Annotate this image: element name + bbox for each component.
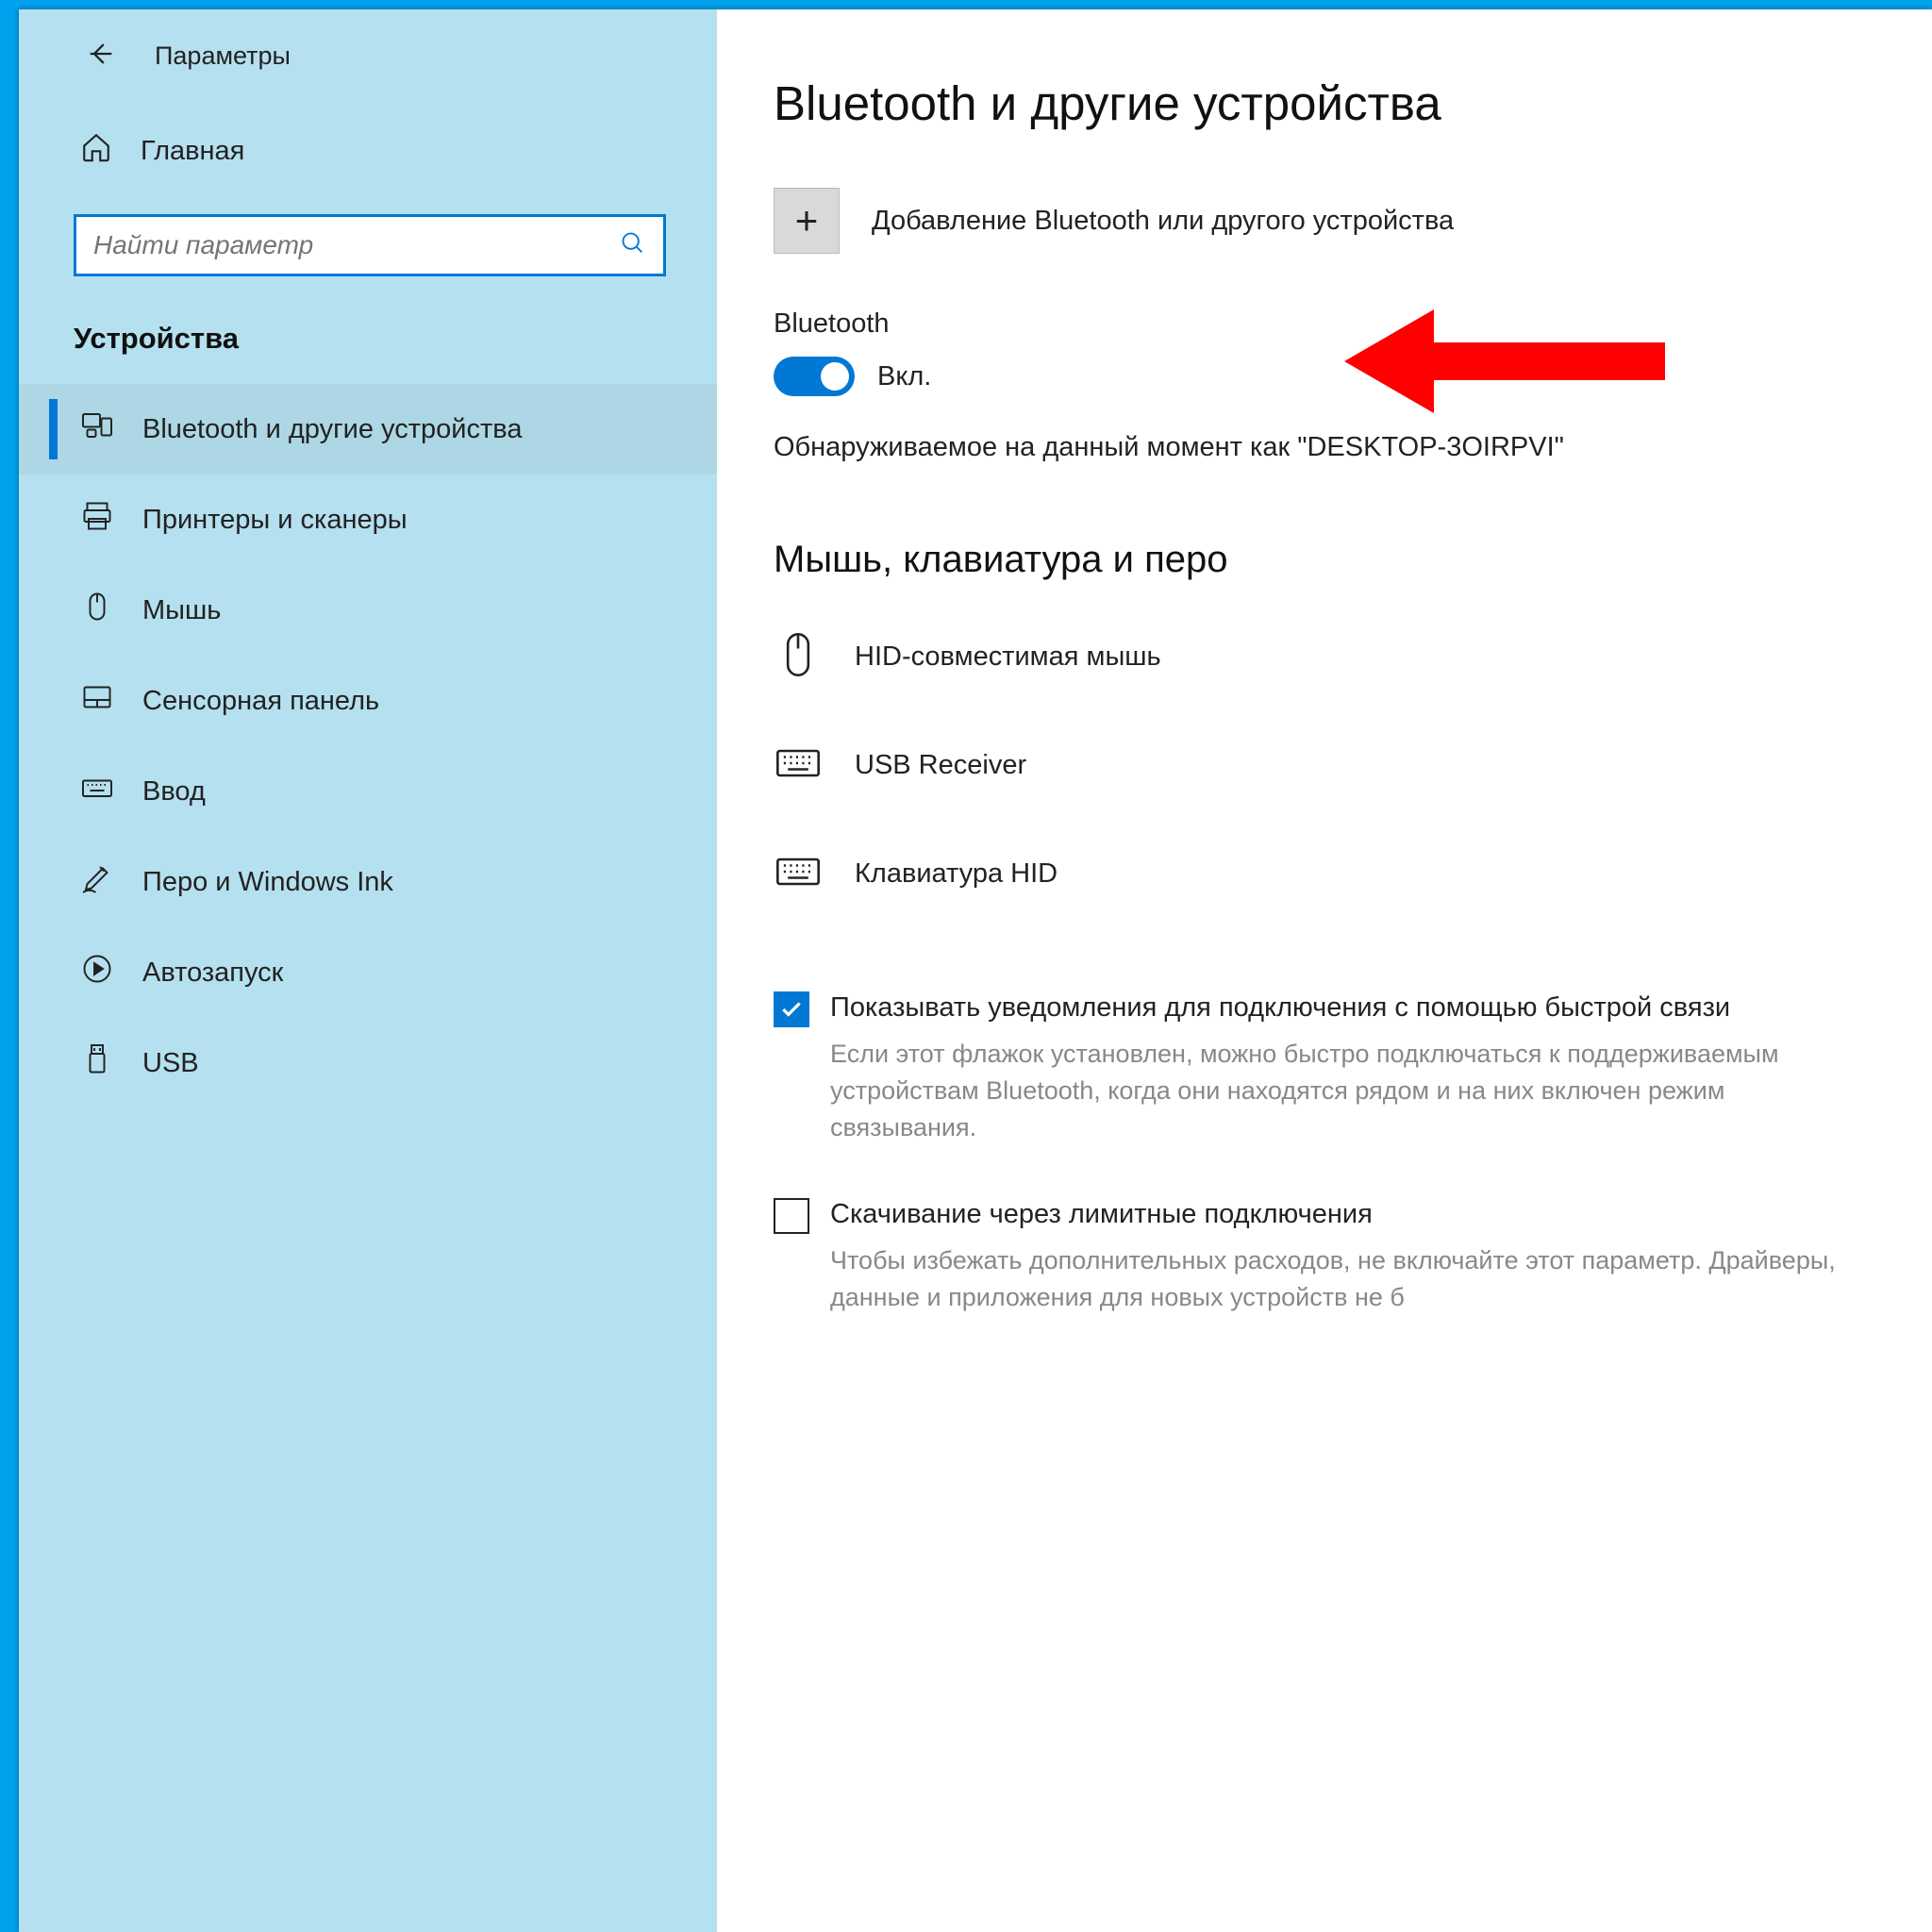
device-label: USB Receiver [855,750,1026,781]
metered-label: Скачивание через лимитные подключения [830,1196,1838,1233]
mouse-icon [80,590,114,631]
sidebar-item-label: Bluetooth и другие устройства [142,414,522,445]
search-box[interactable] [74,214,666,276]
device-item[interactable]: USB Receiver [774,724,1875,832]
home-button[interactable]: Главная [19,112,717,190]
add-device-button[interactable]: + [774,188,840,254]
bluetooth-toggle[interactable] [774,357,855,396]
metered-desc: Чтобы избежать дополнительных расходов, … [830,1242,1838,1316]
home-icon [80,131,112,171]
add-device-label: Добавление Bluetooth или другого устройс… [872,206,1454,237]
sidebar-item-usb[interactable]: USB [19,1018,717,1108]
sidebar-item-label: Ввод [142,776,206,808]
home-label: Главная [141,136,244,167]
search-input[interactable] [93,230,620,260]
sidebar: Параметры Главная Устройства Bluetoot [19,9,717,1932]
keyboard-icon [774,739,823,792]
keyboard-icon [774,847,823,901]
settings-window: Параметры Главная Устройства Bluetoot [19,9,1932,1932]
device-item[interactable]: HID-совместимая мышь [774,615,1875,724]
usb-icon [80,1042,114,1084]
page-title: Bluetooth и другие устройства [774,75,1875,131]
window-title: Параметры [155,42,291,71]
swift-pair-desc: Если этот флажок установлен, можно быстр… [830,1036,1838,1146]
metered-row: Скачивание через лимитные подключения Чт… [774,1196,1838,1316]
sidebar-item-label: Принтеры и сканеры [142,505,408,536]
device-label: HID-совместимая мышь [855,641,1161,673]
category-heading: Устройства [19,301,717,384]
sidebar-item-label: USB [142,1048,199,1079]
autoplay-icon [80,952,114,993]
keyboard-icon [80,771,114,812]
devices-heading: Мышь, клавиатура и перо [774,539,1875,581]
sidebar-item-autoplay[interactable]: Автозапуск [19,927,717,1018]
back-button[interactable] [85,38,117,75]
bluetooth-toggle-label: Вкл. [877,361,931,392]
touchpad-icon [80,680,114,722]
bluetooth-heading: Bluetooth [774,308,1875,340]
devices-icon [80,408,114,450]
sidebar-item-label: Сенсорная панель [142,686,379,717]
pen-icon [80,861,114,903]
add-device-row[interactable]: + Добавление Bluetooth или другого устро… [774,188,1875,254]
sidebar-item-label: Мышь [142,595,221,626]
sidebar-item-mouse[interactable]: Мышь [19,565,717,656]
main-content: Bluetooth и другие устройства + Добавлен… [717,9,1932,1932]
metered-block: Скачивание через лимитные подключения Чт… [774,1196,1875,1316]
sidebar-item-touchpad[interactable]: Сенсорная панель [19,656,717,746]
sidebar-header: Параметры [19,38,717,112]
plus-icon: + [795,198,819,243]
metered-checkbox[interactable] [774,1198,809,1234]
swift-pair-label: Показывать уведомления для подключения с… [830,990,1838,1026]
bluetooth-toggle-row: Вкл. [774,357,1875,396]
sidebar-item-printers[interactable]: Принтеры и сканеры [19,475,717,565]
swift-pair-checkbox[interactable] [774,991,809,1027]
swift-pair-row: Показывать уведомления для подключения с… [774,990,1838,1147]
sidebar-item-label: Автозапуск [142,958,283,989]
mouse-icon [774,630,823,684]
printer-icon [80,499,114,541]
sidebar-item-bluetooth[interactable]: Bluetooth и другие устройства [19,384,717,475]
device-item[interactable]: Клавиатура HID [774,832,1875,941]
swift-pair-block: Показывать уведомления для подключения с… [774,990,1875,1147]
search-wrap [19,190,717,301]
device-label: Клавиатура HID [855,858,1058,890]
sidebar-item-label: Перо и Windows Ink [142,867,393,898]
discoverable-text: Обнаруживаемое на данный момент как "DES… [774,432,1875,463]
sidebar-item-pen[interactable]: Перо и Windows Ink [19,837,717,927]
search-icon [620,230,646,261]
nav-list: Bluetooth и другие устройства Принтеры и… [19,384,717,1108]
sidebar-item-typing[interactable]: Ввод [19,746,717,837]
